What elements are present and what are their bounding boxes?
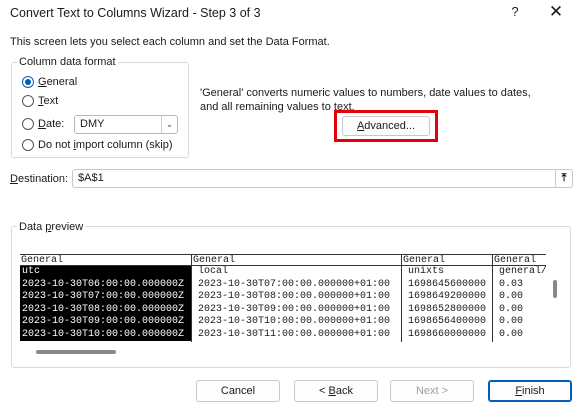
radio-text[interactable]: Text xyxy=(22,95,58,107)
preview-cell: unixts xyxy=(408,266,445,277)
vertical-scrollbar[interactable] xyxy=(553,280,557,298)
preview-column-header[interactable]: General xyxy=(402,254,492,266)
back-button[interactable]: < Back xyxy=(294,380,378,402)
preview-cell: 0.00 xyxy=(499,291,524,302)
preview-cell: 2023-10-30T08:00:00.000000+01:00 xyxy=(198,291,391,302)
radio-text-label: Text xyxy=(38,95,59,107)
preview-cell: 2023-10-30T10:00:00.000000+01:00 xyxy=(198,316,391,327)
advanced-button[interactable]: Advanced... xyxy=(342,116,430,136)
title-bar: Convert Text to Columns Wizard - Step 3 … xyxy=(0,0,580,28)
radio-skip-indicator[interactable] xyxy=(22,139,34,151)
preview-cell: 1698660000000 xyxy=(408,328,487,340)
date-format-value: DMY xyxy=(80,118,105,130)
radio-date-indicator[interactable] xyxy=(22,118,34,130)
preview-cell: 2023-10-30T09:00:00.000000+01:00 xyxy=(198,303,391,315)
radio-text-indicator[interactable] xyxy=(22,95,34,107)
collapse-dialog-icon[interactable]: ⤒ xyxy=(555,169,573,188)
finish-button[interactable]: Finish xyxy=(488,380,572,402)
preview-cell: 1698652800000 xyxy=(408,303,487,315)
preview-cell: general/ xyxy=(499,266,546,277)
column-format-legend: Column data format xyxy=(17,56,118,68)
preview-cell: 2023-10-30T07:00:00.000000Z xyxy=(20,291,191,304)
data-preview-legend: Data preview xyxy=(17,221,86,233)
preview-cell: 0.00 xyxy=(499,316,524,327)
date-format-select[interactable]: DMY ⌄ xyxy=(74,115,178,134)
preview-cell: 0.03 xyxy=(499,278,524,290)
preview-cell: local xyxy=(198,266,229,277)
preview-column-header[interactable]: General xyxy=(192,254,401,266)
destination-input[interactable]: $A$1 xyxy=(72,169,558,188)
preview-cell: 2023-10-30T06:00:00.000000Z xyxy=(20,278,191,291)
radio-general-indicator[interactable] xyxy=(22,76,34,88)
preview-cell: 0.00 xyxy=(499,303,524,315)
radio-skip-label: Do not import column (skip) xyxy=(38,139,173,151)
radio-general[interactable]: General xyxy=(22,76,77,88)
preview-cell: 1698645600000 xyxy=(408,278,487,290)
preview-column-header[interactable]: General xyxy=(493,254,546,266)
preview-column-4[interactable]: General general/ 0.03 0.00 0.00 0.00 0.0… xyxy=(493,254,546,342)
preview-cell: 2023-10-30T10:00:00.000000Z xyxy=(20,328,191,341)
preview-cell: 1698656400000 xyxy=(408,316,487,327)
preview-column-2[interactable]: General local 2023-10-30T07:00:00.000000… xyxy=(192,254,402,342)
cancel-button[interactable]: Cancel xyxy=(196,380,280,402)
destination-label: Destination: xyxy=(10,173,69,185)
help-icon[interactable]: ? xyxy=(505,4,525,24)
radio-date-label: Date: xyxy=(38,118,65,130)
chevron-down-icon[interactable]: ⌄ xyxy=(161,116,177,133)
preview-cell: 2023-10-30T08:00:00.000000Z xyxy=(20,303,191,316)
preview-cell: utc xyxy=(20,266,191,279)
radio-date[interactable]: Date: xyxy=(22,118,64,130)
preview-column-3[interactable]: General unixts 1698645600000 16986492000… xyxy=(402,254,493,342)
horizontal-scrollbar[interactable] xyxy=(36,350,116,354)
preview-cell: 2023-10-30T11:00:00.000000+01:00 xyxy=(198,328,391,340)
preview-cell: 2023-10-30T09:00:00.000000Z xyxy=(20,316,191,329)
data-preview-grid[interactable]: General utc 2023-10-30T06:00:00.000000Z … xyxy=(20,254,546,342)
preview-column-header[interactable]: General xyxy=(20,254,191,266)
preview-cell: 0.00 xyxy=(499,328,524,340)
close-icon[interactable]: ✕ xyxy=(544,2,568,24)
radio-skip[interactable]: Do not import column (skip) xyxy=(22,139,173,151)
next-button[interactable]: Next > xyxy=(390,380,474,402)
preview-cell: 1698649200000 xyxy=(408,291,487,302)
radio-general-label: General xyxy=(38,76,78,88)
window-title: Convert Text to Columns Wizard - Step 3 … xyxy=(10,6,261,20)
description-text: This screen lets you select each column … xyxy=(10,36,330,48)
preview-cell: 2023-10-30T07:00:00.000000+01:00 xyxy=(198,278,391,290)
preview-column-1[interactable]: General utc 2023-10-30T06:00:00.000000Z … xyxy=(20,254,192,342)
